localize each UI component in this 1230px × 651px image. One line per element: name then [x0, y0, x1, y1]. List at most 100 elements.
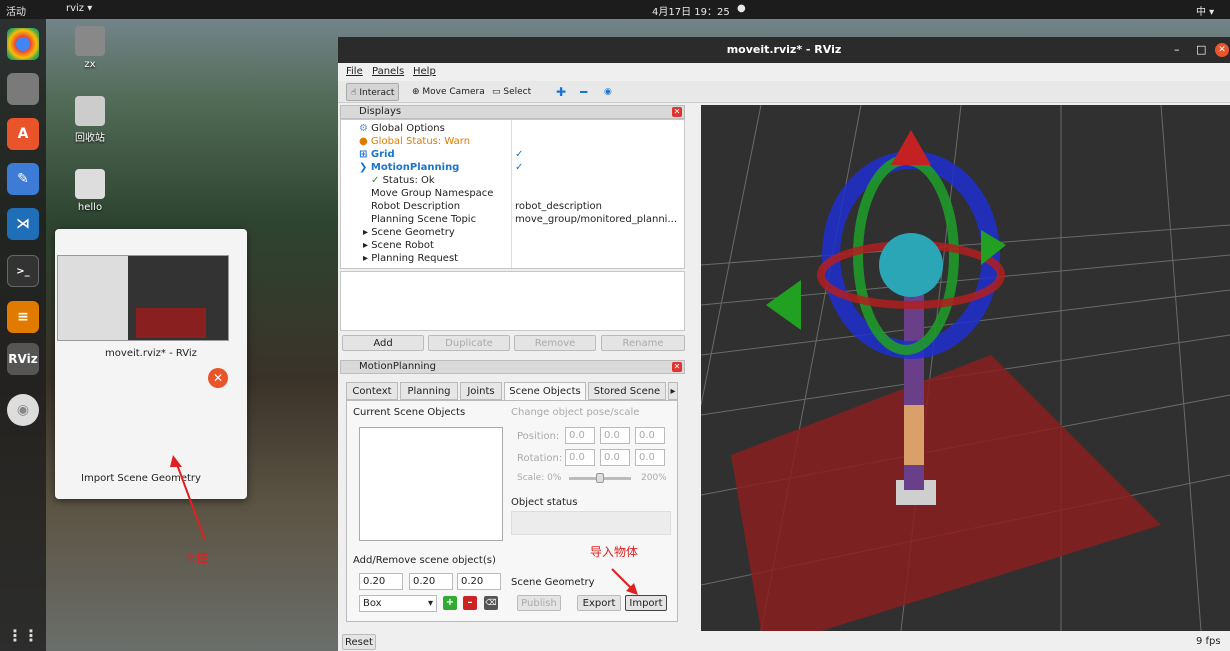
- desktop-icon-home[interactable]: zx: [60, 26, 120, 70]
- input-method[interactable]: 中 ▾: [1196, 3, 1214, 18]
- tab-scene-objects[interactable]: Scene Objects: [504, 382, 586, 400]
- rotation-z[interactable]: 0.0: [635, 449, 665, 466]
- scene-objects-list[interactable]: [359, 427, 503, 541]
- maximize-icon[interactable]: □: [1196, 37, 1206, 63]
- layers-icon[interactable]: ≡: [7, 301, 39, 333]
- move-camera-label: Move Camera: [422, 87, 485, 97]
- desktop-icon-label: zx: [84, 59, 96, 70]
- arm-segment: [904, 405, 924, 465]
- menu-panels[interactable]: Panels: [372, 66, 404, 77]
- desktop-icon-trash[interactable]: 回收站: [60, 96, 120, 144]
- tree-item-motionplanning[interactable]: ❯ MotionPlanning: [359, 161, 459, 174]
- grid-checkbox[interactable]: ✓: [515, 148, 523, 161]
- show-apps-icon[interactable]: ⋮⋮: [7, 619, 39, 651]
- window-titlebar: moveit.rviz* - RViz – □ ✕: [338, 37, 1230, 63]
- interact-label: Interact: [359, 88, 395, 98]
- position-y[interactable]: 0.0: [600, 427, 630, 444]
- vscode-icon[interactable]: ⋊: [7, 208, 39, 240]
- text-editor-icon[interactable]: ✎: [7, 163, 39, 195]
- tree-label: Grid: [370, 149, 395, 160]
- tree-item-grid[interactable]: ⊞ Grid: [359, 148, 395, 161]
- rename-button[interactable]: Rename: [601, 335, 685, 351]
- tree-item-scene-robot[interactable]: ▸ Scene Robot: [363, 239, 434, 252]
- scene-topic-value[interactable]: move_group/monitored_planni...: [515, 213, 677, 226]
- chrome-icon[interactable]: [7, 28, 39, 60]
- files-icon[interactable]: [7, 73, 39, 105]
- tree-item-scene-topic[interactable]: Planning Scene Topic: [371, 213, 476, 226]
- remove-object-icon[interactable]: –: [463, 596, 477, 610]
- terminal-icon[interactable]: >_: [7, 255, 39, 287]
- add-tool-icon[interactable]: ✚: [552, 83, 570, 101]
- rotation-y[interactable]: 0.0: [600, 449, 630, 466]
- position-z[interactable]: 0.0: [635, 427, 665, 444]
- tree-item-scene-geometry[interactable]: ▸ Scene Geometry: [363, 226, 455, 239]
- desktop-icon-hello[interactable]: hello: [60, 169, 120, 213]
- eye-tool-icon[interactable]: ◉: [600, 83, 616, 101]
- annotation-arrow: [170, 455, 206, 541]
- menu-file[interactable]: File: [346, 66, 363, 77]
- end-effector-sphere[interactable]: [879, 233, 943, 297]
- tab-stored-scene[interactable]: Stored Scene: [588, 382, 666, 400]
- tab-planning[interactable]: Planning: [400, 382, 458, 400]
- displays-close-icon[interactable]: ✕: [672, 107, 682, 117]
- position-x[interactable]: 0.0: [565, 427, 595, 444]
- interact-tool[interactable]: ☝ Interact: [346, 83, 400, 101]
- scale-slider[interactable]: [569, 473, 631, 483]
- robot-description-value[interactable]: robot_description: [515, 200, 602, 213]
- tabs-scroll-right-icon[interactable]: ▸: [668, 382, 678, 400]
- add-button[interactable]: Add: [342, 335, 424, 351]
- select-tool[interactable]: ▭ Select: [488, 83, 535, 101]
- clock[interactable]: 4月17日 19：25: [652, 3, 730, 18]
- tree-item-robot-description[interactable]: Robot Description: [371, 200, 460, 213]
- import-button[interactable]: Import: [625, 595, 667, 611]
- add-remove-label: Add/Remove scene object(s): [353, 555, 496, 566]
- clear-objects-icon[interactable]: ⌫: [484, 596, 498, 610]
- tree-item-global-status[interactable]: ● Global Status: Warn: [359, 135, 470, 148]
- export-button[interactable]: Export: [577, 595, 621, 611]
- dim-z-input[interactable]: 0.20: [457, 573, 501, 590]
- desktop-icon-label: hello: [77, 202, 103, 213]
- y-arrow-left[interactable]: [766, 280, 801, 330]
- publish-button[interactable]: Publish: [517, 595, 561, 611]
- tree-item-namespace[interactable]: Move Group Namespace: [371, 187, 493, 200]
- chevron-down-icon: ▾: [427, 598, 433, 609]
- position-label: Position:: [517, 431, 560, 442]
- add-object-icon[interactable]: +: [443, 596, 457, 610]
- close-icon[interactable]: ✕: [208, 368, 228, 388]
- motion-close-icon[interactable]: ✕: [672, 362, 682, 372]
- 3d-viewport[interactable]: [701, 105, 1230, 631]
- menu-help[interactable]: Help: [413, 66, 436, 77]
- dim-y-input[interactable]: 0.20: [409, 573, 453, 590]
- scale-slider-handle[interactable]: [596, 473, 604, 483]
- activities-button[interactable]: 活动: [6, 3, 26, 18]
- remove-button[interactable]: Remove: [514, 335, 596, 351]
- move-camera-tool[interactable]: ⊕ Move Camera: [408, 83, 489, 101]
- tab-joints[interactable]: Joints: [460, 382, 502, 400]
- remove-tool-icon[interactable]: ━: [576, 83, 591, 101]
- preview-thumbnail[interactable]: [57, 255, 229, 341]
- duplicate-button[interactable]: Duplicate: [428, 335, 510, 351]
- z-arrow-up[interactable]: [891, 130, 931, 165]
- rotation-x[interactable]: 0.0: [565, 449, 595, 466]
- window-title: moveit.rviz* - RViz: [726, 43, 842, 56]
- gear-icon: ⚙: [359, 123, 368, 134]
- tab-context[interactable]: Context: [346, 382, 398, 400]
- minimize-icon[interactable]: –: [1174, 37, 1180, 63]
- dim-x-input[interactable]: 0.20: [359, 573, 403, 590]
- home-folder-icon: [75, 26, 105, 56]
- tree-item-global-options[interactable]: ⚙ Global Options: [359, 122, 445, 135]
- rviz-icon[interactable]: RViz: [7, 343, 39, 375]
- current-objects-label: Current Scene Objects: [353, 407, 466, 418]
- software-center-icon[interactable]: A: [7, 118, 39, 150]
- shape-select[interactable]: Box ▾: [359, 595, 437, 612]
- window-close-icon[interactable]: ✕: [1215, 43, 1229, 57]
- rotation-label: Rotation:: [517, 453, 563, 464]
- motionplanning-checkbox[interactable]: ✓: [515, 161, 523, 174]
- warning-icon: ●: [359, 136, 368, 147]
- disc-icon[interactable]: ◉: [7, 394, 39, 426]
- reset-button[interactable]: Reset: [342, 634, 376, 650]
- tree-item-planning-request[interactable]: ▸ Planning Request: [363, 252, 458, 265]
- tree-item-status[interactable]: ✓ Status: Ok: [371, 174, 435, 187]
- window-preview-popup: moveit.rviz* - RViz ✕ Import Scene Geome…: [55, 229, 247, 499]
- app-menu[interactable]: rviz ▾: [66, 3, 92, 14]
